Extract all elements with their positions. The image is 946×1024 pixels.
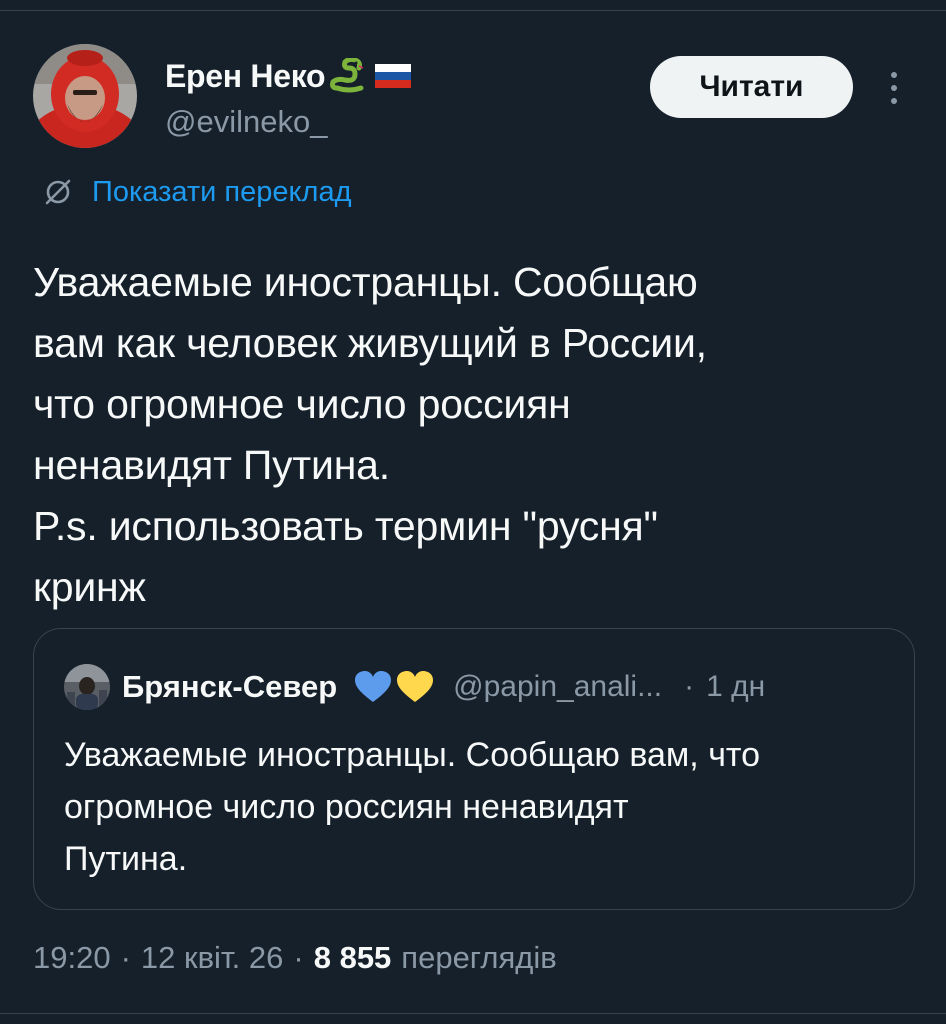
- quoted-timestamp[interactable]: 1 дн: [706, 670, 765, 704]
- snake-emoji-icon: [329, 56, 369, 94]
- views-count[interactable]: 8 855: [314, 940, 392, 976]
- meta-separator: ·: [120, 940, 131, 975]
- quoted-author-avatar[interactable]: [64, 664, 110, 710]
- bottom-divider: [0, 1013, 946, 1014]
- quoted-author-name[interactable]: Брянск-Север: [122, 669, 337, 705]
- tweet-text: Уважаемые иностранцы. Сообщаю вам как че…: [33, 259, 707, 610]
- translate-label[interactable]: Показати переклад: [92, 176, 352, 209]
- quoted-separator: ·: [684, 670, 695, 703]
- quoted-tweet-text: Уважаемые иностранцы. Сообщаю вам, что о…: [64, 736, 761, 878]
- views-label[interactable]: переглядів: [401, 940, 556, 976]
- show-translation-link[interactable]: Показати переклад: [44, 172, 352, 212]
- blue-heart-icon: [355, 671, 392, 702]
- tweet-time[interactable]: 19:20: [33, 940, 111, 976]
- tweet-date[interactable]: 12 квіт. 26: [141, 940, 283, 976]
- quoted-tweet-header: Брянск-Север @papin_anali... · 1 дн: [64, 664, 765, 710]
- yellow-heart-icon: [397, 671, 434, 702]
- author-display-name[interactable]: Ерен Неко: [165, 58, 326, 95]
- quoted-tweet-card[interactable]: Брянск-Север @papin_anali... · 1 дн Уваж…: [33, 628, 915, 910]
- author-avatar[interactable]: [33, 44, 137, 148]
- author-name-row[interactable]: Ерен Неко: [165, 56, 413, 96]
- tweet-detail: Ерен Неко @evilneko_ Читати Показати пер…: [0, 0, 946, 1024]
- meta-separator: ·: [293, 940, 304, 975]
- translate-icon: [45, 179, 71, 205]
- quoted-author-handle[interactable]: @papin_anali...: [453, 670, 662, 704]
- follow-button[interactable]: Читати: [650, 56, 853, 118]
- author-handle[interactable]: @evilneko_: [165, 104, 327, 140]
- more-vertical-icon[interactable]: [880, 68, 908, 108]
- top-divider: [0, 10, 946, 11]
- tweet-meta: 19:20 · 12 квіт. 26 · 8 855 переглядів: [33, 936, 557, 980]
- russian-flag-icon: [373, 58, 413, 94]
